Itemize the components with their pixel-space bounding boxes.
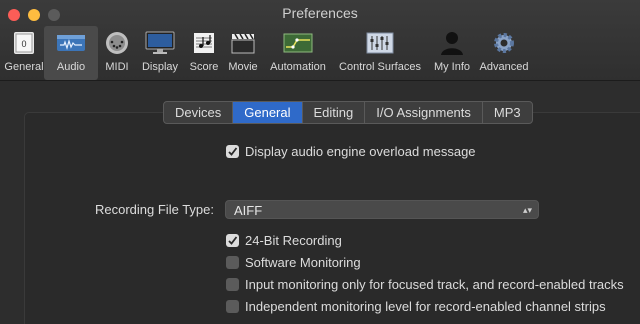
overload-message-checkbox[interactable] xyxy=(226,145,239,158)
tab-general[interactable]: General xyxy=(233,102,303,123)
toolbar-label-my-info: My Info xyxy=(433,61,471,73)
control-surfaces-icon xyxy=(365,29,395,57)
overload-message-label: Display audio engine overload message xyxy=(245,144,476,159)
score-icon xyxy=(189,29,219,57)
tab-editing[interactable]: Editing xyxy=(303,102,366,123)
preferences-tabs: Devices General Editing I/O Assignments … xyxy=(163,101,533,124)
bit24-recording-option[interactable]: 24-Bit Recording xyxy=(226,233,342,248)
toolbar-item-midi[interactable]: MIDI xyxy=(101,26,133,80)
display-icon xyxy=(145,29,175,57)
audio-icon xyxy=(56,29,86,57)
checkmark-icon xyxy=(228,236,238,245)
toolbar-label-movie: Movie xyxy=(228,61,258,73)
tab-mp3[interactable]: MP3 xyxy=(483,102,532,123)
independent-monitoring-option[interactable]: Independent monitoring level for record-… xyxy=(226,299,606,314)
overload-message-option[interactable]: Display audio engine overload message xyxy=(226,144,476,159)
toolbar-label-midi: MIDI xyxy=(105,61,129,73)
toolbar-item-audio[interactable]: Audio xyxy=(44,26,98,80)
toolbar-item-movie[interactable]: Movie xyxy=(224,26,262,80)
recording-file-type-select[interactable]: AIFF ▴▾ xyxy=(225,200,539,219)
toolbar-label-general: General xyxy=(4,61,44,73)
recording-file-type-value: AIFF xyxy=(234,203,263,218)
preferences-toolbar: 0 General Audio MIDI Display Score Movie… xyxy=(0,26,640,80)
input-monitoring-label: Input monitoring only for focused track,… xyxy=(245,277,624,292)
recording-file-type-label: Recording File Type: xyxy=(95,202,214,217)
toolbar-label-control-surfaces: Control Surfaces xyxy=(339,61,421,73)
tab-io-assignments[interactable]: I/O Assignments xyxy=(365,102,483,123)
bit24-recording-checkbox[interactable] xyxy=(226,234,239,247)
toolbar-label-score: Score xyxy=(189,61,219,73)
midi-icon xyxy=(102,29,132,57)
software-monitoring-label: Software Monitoring xyxy=(245,255,361,270)
toolbar-label-audio: Audio xyxy=(56,61,86,73)
software-monitoring-option[interactable]: Software Monitoring xyxy=(226,255,361,270)
toolbar-item-automation[interactable]: Automation xyxy=(266,26,330,80)
software-monitoring-checkbox[interactable] xyxy=(226,256,239,269)
input-monitoring-checkbox[interactable] xyxy=(226,278,239,291)
toolbar-item-general[interactable]: 0 General xyxy=(3,26,45,80)
select-arrows-icon: ▴▾ xyxy=(522,205,532,215)
my-info-icon xyxy=(437,29,467,57)
bit24-recording-label: 24-Bit Recording xyxy=(245,233,342,248)
checkmark-icon xyxy=(228,147,238,156)
independent-monitoring-checkbox[interactable] xyxy=(226,300,239,313)
advanced-icon xyxy=(489,29,519,57)
toolbar-item-display[interactable]: Display xyxy=(137,26,183,80)
toolbar-item-control-surfaces[interactable]: Control Surfaces xyxy=(334,26,426,80)
window-title: Preferences xyxy=(282,5,358,21)
toolbar-label-display: Display xyxy=(141,61,179,73)
input-monitoring-option[interactable]: Input monitoring only for focused track,… xyxy=(226,277,624,292)
general-icon: 0 xyxy=(9,29,39,57)
preferences-window: Preferences 0 General Audio MIDI Display… xyxy=(0,0,640,324)
independent-monitoring-label: Independent monitoring level for record-… xyxy=(245,299,606,314)
automation-icon xyxy=(283,29,313,57)
toolbar-item-advanced[interactable]: Advanced xyxy=(477,26,531,80)
toolbar-item-score[interactable]: Score xyxy=(186,26,222,80)
toolbar-label-advanced: Advanced xyxy=(479,61,529,73)
toolbar-label-automation: Automation xyxy=(270,61,326,73)
tab-devices[interactable]: Devices xyxy=(164,102,234,123)
movie-icon xyxy=(228,29,258,57)
title-bar: Preferences 0 General Audio MIDI Display… xyxy=(0,0,640,81)
toolbar-item-my-info[interactable]: My Info xyxy=(429,26,475,80)
svg-text:0: 0 xyxy=(21,39,26,49)
